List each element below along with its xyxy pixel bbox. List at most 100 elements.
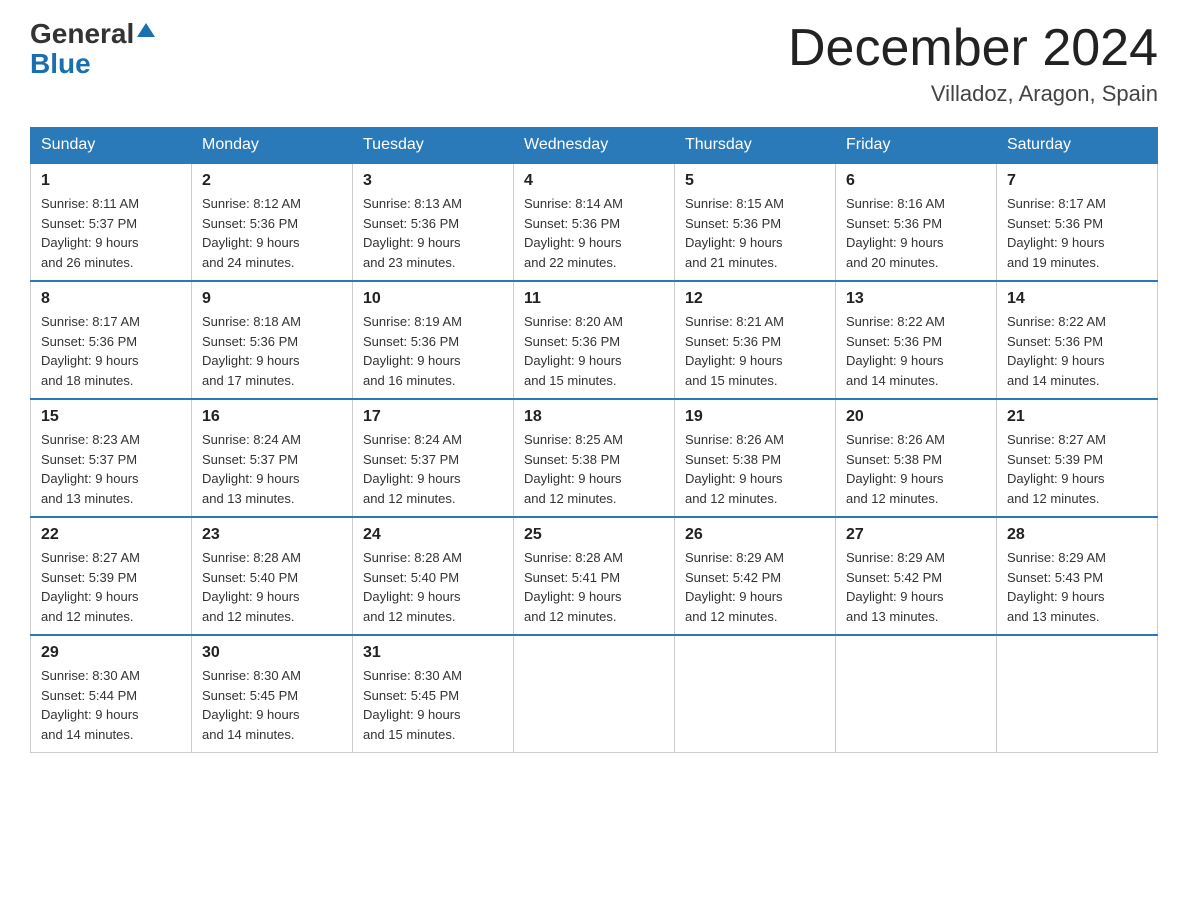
day-number: 22 xyxy=(41,526,181,544)
table-row: 12 Sunrise: 8:21 AMSunset: 5:36 PMDayligh… xyxy=(675,281,836,399)
table-row: 23 Sunrise: 8:28 AMSunset: 5:40 PMDayligh… xyxy=(192,517,353,635)
day-number: 31 xyxy=(363,644,503,662)
table-row xyxy=(836,635,997,753)
day-info: Sunrise: 8:24 AMSunset: 5:37 PMDaylight:… xyxy=(202,430,342,508)
day-number: 17 xyxy=(363,408,503,426)
table-row: 26 Sunrise: 8:29 AMSunset: 5:42 PMDayligh… xyxy=(675,517,836,635)
day-number: 27 xyxy=(846,526,986,544)
table-row: 21 Sunrise: 8:27 AMSunset: 5:39 PMDayligh… xyxy=(997,399,1158,517)
day-number: 12 xyxy=(685,290,825,308)
day-info: Sunrise: 8:23 AMSunset: 5:37 PMDaylight:… xyxy=(41,430,181,508)
table-row: 30 Sunrise: 8:30 AMSunset: 5:45 PMDayligh… xyxy=(192,635,353,753)
day-info: Sunrise: 8:24 AMSunset: 5:37 PMDaylight:… xyxy=(363,430,503,508)
table-row: 31 Sunrise: 8:30 AMSunset: 5:45 PMDayligh… xyxy=(353,635,514,753)
table-row: 17 Sunrise: 8:24 AMSunset: 5:37 PMDayligh… xyxy=(353,399,514,517)
day-info: Sunrise: 8:16 AMSunset: 5:36 PMDaylight:… xyxy=(846,194,986,272)
day-number: 10 xyxy=(363,290,503,308)
day-number: 24 xyxy=(363,526,503,544)
table-row: 5 Sunrise: 8:15 AMSunset: 5:36 PMDaylight… xyxy=(675,163,836,281)
table-row: 6Sunrise: 8:16 AMSunset: 5:36 PMDaylight… xyxy=(836,163,997,281)
day-number: 9 xyxy=(202,290,342,308)
table-row: 9 Sunrise: 8:18 AMSunset: 5:36 PMDaylight… xyxy=(192,281,353,399)
day-info: Sunrise: 8:30 AMSunset: 5:45 PMDaylight:… xyxy=(202,666,342,744)
day-info: Sunrise: 8:22 AMSunset: 5:36 PMDaylight:… xyxy=(1007,312,1147,390)
day-info: Sunrise: 8:28 AMSunset: 5:40 PMDaylight:… xyxy=(363,548,503,626)
day-info: Sunrise: 8:29 AMSunset: 5:42 PMDaylight:… xyxy=(846,548,986,626)
day-number: 14 xyxy=(1007,290,1147,308)
col-header-tuesday: Tuesday xyxy=(353,128,514,164)
table-row: 16 Sunrise: 8:24 AMSunset: 5:37 PMDayligh… xyxy=(192,399,353,517)
table-row xyxy=(997,635,1158,753)
day-info: Sunrise: 8:11 AMSunset: 5:37 PMDaylight:… xyxy=(41,194,181,272)
day-number: 23 xyxy=(202,526,342,544)
day-info: Sunrise: 8:17 AMSunset: 5:36 PMDaylight:… xyxy=(1007,194,1147,272)
day-info: Sunrise: 8:26 AMSunset: 5:38 PMDaylight:… xyxy=(846,430,986,508)
table-row xyxy=(514,635,675,753)
day-number: 25 xyxy=(524,526,664,544)
calendar-table: Sunday Monday Tuesday Wednesday Thursday… xyxy=(30,127,1158,753)
month-title: December 2024 xyxy=(788,20,1158,77)
logo: General Blue xyxy=(30,20,155,78)
day-number: 5 xyxy=(685,172,825,190)
table-row: 20Sunrise: 8:26 AMSunset: 5:38 PMDayligh… xyxy=(836,399,997,517)
day-number: 19 xyxy=(685,408,825,426)
day-info: Sunrise: 8:20 AMSunset: 5:36 PMDaylight:… xyxy=(524,312,664,390)
day-number: 13 xyxy=(846,290,986,308)
table-row: 10 Sunrise: 8:19 AMSunset: 5:36 PMDayligh… xyxy=(353,281,514,399)
day-info: Sunrise: 8:14 AMSunset: 5:36 PMDaylight:… xyxy=(524,194,664,272)
table-row: 2Sunrise: 8:12 AMSunset: 5:36 PMDaylight… xyxy=(192,163,353,281)
table-row: 27 Sunrise: 8:29 AMSunset: 5:42 PMDayligh… xyxy=(836,517,997,635)
table-row: 18Sunrise: 8:25 AMSunset: 5:38 PMDayligh… xyxy=(514,399,675,517)
col-header-saturday: Saturday xyxy=(997,128,1158,164)
day-info: Sunrise: 8:13 AMSunset: 5:36 PMDaylight:… xyxy=(363,194,503,272)
day-number: 21 xyxy=(1007,408,1147,426)
logo-text-general: General xyxy=(30,20,134,48)
day-number: 3 xyxy=(363,172,503,190)
calendar-week-row: 1 Sunrise: 8:11 AMSunset: 5:37 PMDaylight… xyxy=(31,163,1158,281)
table-row: 11 Sunrise: 8:20 AMSunset: 5:36 PMDayligh… xyxy=(514,281,675,399)
day-info: Sunrise: 8:27 AMSunset: 5:39 PMDaylight:… xyxy=(1007,430,1147,508)
table-row: 19 Sunrise: 8:26 AMSunset: 5:38 PMDayligh… xyxy=(675,399,836,517)
table-row: 22 Sunrise: 8:27 AMSunset: 5:39 PMDayligh… xyxy=(31,517,192,635)
day-info: Sunrise: 8:26 AMSunset: 5:38 PMDaylight:… xyxy=(685,430,825,508)
day-number: 7 xyxy=(1007,172,1147,190)
day-number: 4 xyxy=(524,172,664,190)
day-number: 30 xyxy=(202,644,342,662)
day-info: Sunrise: 8:29 AMSunset: 5:42 PMDaylight:… xyxy=(685,548,825,626)
day-info: Sunrise: 8:29 AMSunset: 5:43 PMDaylight:… xyxy=(1007,548,1147,626)
title-block: December 2024 Villadoz, Aragon, Spain xyxy=(788,20,1158,107)
day-number: 11 xyxy=(524,290,664,308)
day-number: 29 xyxy=(41,644,181,662)
col-header-thursday: Thursday xyxy=(675,128,836,164)
day-number: 26 xyxy=(685,526,825,544)
table-row: 13 Sunrise: 8:22 AMSunset: 5:36 PMDayligh… xyxy=(836,281,997,399)
day-info: Sunrise: 8:30 AMSunset: 5:44 PMDaylight:… xyxy=(41,666,181,744)
location-subtitle: Villadoz, Aragon, Spain xyxy=(788,81,1158,107)
day-info: Sunrise: 8:25 AMSunset: 5:38 PMDaylight:… xyxy=(524,430,664,508)
day-info: Sunrise: 8:28 AMSunset: 5:40 PMDaylight:… xyxy=(202,548,342,626)
calendar-week-row: 8 Sunrise: 8:17 AMSunset: 5:36 PMDaylight… xyxy=(31,281,1158,399)
day-number: 15 xyxy=(41,408,181,426)
day-info: Sunrise: 8:22 AMSunset: 5:36 PMDaylight:… xyxy=(846,312,986,390)
day-info: Sunrise: 8:27 AMSunset: 5:39 PMDaylight:… xyxy=(41,548,181,626)
day-info: Sunrise: 8:21 AMSunset: 5:36 PMDaylight:… xyxy=(685,312,825,390)
day-info: Sunrise: 8:28 AMSunset: 5:41 PMDaylight:… xyxy=(524,548,664,626)
table-row: 15 Sunrise: 8:23 AMSunset: 5:37 PMDayligh… xyxy=(31,399,192,517)
table-row xyxy=(675,635,836,753)
table-row: 3 Sunrise: 8:13 AMSunset: 5:36 PMDaylight… xyxy=(353,163,514,281)
logo-text-blue: Blue xyxy=(30,50,91,78)
day-info: Sunrise: 8:17 AMSunset: 5:36 PMDaylight:… xyxy=(41,312,181,390)
table-row: 28Sunrise: 8:29 AMSunset: 5:43 PMDayligh… xyxy=(997,517,1158,635)
day-info: Sunrise: 8:18 AMSunset: 5:36 PMDaylight:… xyxy=(202,312,342,390)
table-row: 1 Sunrise: 8:11 AMSunset: 5:37 PMDaylight… xyxy=(31,163,192,281)
day-info: Sunrise: 8:30 AMSunset: 5:45 PMDaylight:… xyxy=(363,666,503,744)
day-number: 2 xyxy=(202,172,342,190)
day-info: Sunrise: 8:15 AMSunset: 5:36 PMDaylight:… xyxy=(685,194,825,272)
day-number: 8 xyxy=(41,290,181,308)
day-number: 16 xyxy=(202,408,342,426)
table-row: 4 Sunrise: 8:14 AMSunset: 5:36 PMDaylight… xyxy=(514,163,675,281)
day-number: 1 xyxy=(41,172,181,190)
day-info: Sunrise: 8:19 AMSunset: 5:36 PMDaylight:… xyxy=(363,312,503,390)
table-row: 25 Sunrise: 8:28 AMSunset: 5:41 PMDayligh… xyxy=(514,517,675,635)
page-header: General Blue December 2024 Villadoz, Ara… xyxy=(30,20,1158,107)
